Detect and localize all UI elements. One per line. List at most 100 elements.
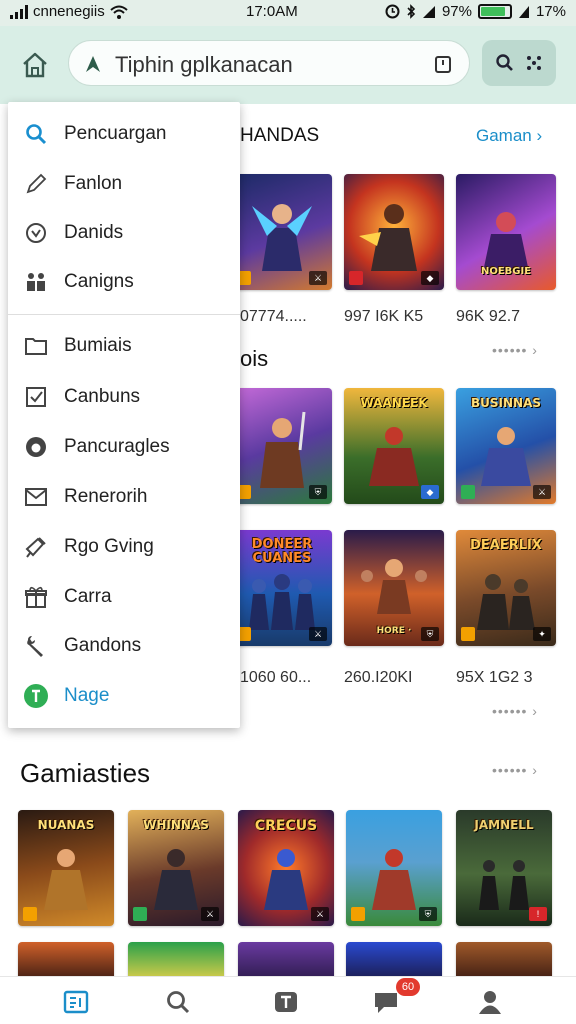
warrior-art-icon — [369, 427, 419, 486]
menu-item-fanlon[interactable]: Fanlon — [8, 160, 240, 208]
game-thumbnail[interactable]: DONEER CUANES ⚔ — [232, 530, 332, 646]
game-caption: 95X 1G2 3 — [456, 669, 533, 686]
game-caption: 997 I6K K5 — [344, 308, 424, 325]
game-thumbnail[interactable]: DEAERLIX ✦ — [456, 530, 556, 646]
circle-icon — [8, 435, 64, 459]
warriors-group-icon — [479, 860, 529, 910]
menu-item-gandons[interactable]: Gandons — [8, 622, 240, 670]
nav-home-button[interactable] — [56, 985, 96, 1019]
menu-item-label: Renerorih — [64, 486, 148, 507]
section-title-gamiasties: Gamiasties — [20, 758, 151, 788]
menu-item-label: Canigns — [64, 271, 134, 292]
menu-item-canbuns[interactable]: Canbuns — [8, 373, 240, 421]
warrior-art-icon — [260, 411, 306, 488]
search-icon — [496, 54, 513, 71]
home-button[interactable] — [14, 44, 56, 86]
warrior-art-icon — [154, 849, 198, 910]
game-thumbnail[interactable]: ⛨ — [346, 810, 442, 926]
status-left: cnnenegiis — [10, 3, 128, 20]
game-thumbnail[interactable]: WAANEEK ◆ — [344, 388, 444, 504]
url-bar[interactable]: Tiphin gplkanacan — [68, 40, 470, 86]
menu-item-renerorih[interactable]: Renerorih — [8, 473, 240, 521]
game-title: WHINNAS — [143, 818, 209, 832]
warrior-art-icon — [481, 427, 531, 486]
game-thumbnail[interactable]: CRECUS ⚔ — [238, 810, 334, 926]
game-thumbnail[interactable]: WHINNAS ⚔ — [128, 810, 224, 926]
toolbar-search-button[interactable] — [482, 40, 556, 86]
menu-item-carra[interactable]: Carra — [8, 573, 240, 621]
game-title: DONEER CUANES — [251, 537, 313, 566]
game-title: NOEBGIE — [480, 266, 532, 277]
nav-library-button[interactable] — [266, 985, 306, 1019]
warriors-group-icon — [477, 574, 535, 630]
alarm-icon — [385, 4, 400, 19]
pencil-icon — [8, 173, 64, 195]
screen: cnnenegiis 17:0AM 97% 17% Tiphin gplkana… — [0, 0, 576, 1024]
game-title: BUSINNAS — [470, 396, 541, 410]
menu-item-label: Fanlon — [64, 173, 123, 194]
menu-item-label: Pencuargan — [64, 123, 167, 144]
browser-toolbar: Tiphin gplkanacan — [0, 26, 576, 104]
menu-item-pancuragles[interactable]: Pancuragles — [8, 423, 240, 471]
menu-item-label: Nage — [64, 685, 110, 706]
game-thumbnail[interactable]: ◆ — [344, 174, 444, 290]
cell-signal-icon — [422, 5, 435, 18]
more-dots-link[interactable]: •••••• › — [492, 703, 538, 719]
wifi-icon — [110, 5, 128, 19]
menu-item-bumiais[interactable]: Bumiais — [8, 322, 240, 370]
carrier-name: cnnenegiis — [33, 3, 105, 20]
menu-item-label: Rgo Gving — [64, 536, 154, 557]
game-thumbnail[interactable]: JAMNELL ! — [456, 810, 552, 926]
menu-item-label: Gandons — [64, 635, 142, 656]
menu-item-canigns[interactable]: Canigns — [8, 258, 240, 306]
user-circle-icon — [8, 683, 64, 709]
home-icon — [23, 52, 47, 78]
wrench-icon — [8, 634, 64, 658]
game-thumbnail[interactable]: HORE · ⛨ — [344, 530, 444, 646]
game-thumbnail[interactable]: ⛨ — [232, 388, 332, 504]
section-title-second: ois — [240, 346, 269, 371]
nav-search-button[interactable] — [158, 985, 198, 1019]
game-title: NUANAS — [37, 818, 95, 832]
menu-item-label: Pancuragles — [64, 436, 170, 457]
more-dots-link[interactable]: •••••• › — [492, 342, 538, 358]
chat-icon — [375, 993, 397, 1013]
bottom-navigation: 60 — [0, 976, 576, 1024]
notification-badge: 60 — [396, 978, 420, 996]
game-title: DEAERLIX — [470, 538, 542, 553]
dropdown-menu: Pencuargan Fanlon Danids Canigns Bumiais… — [8, 102, 240, 728]
more-link-gaman[interactable]: Gaman › — [476, 126, 542, 146]
url-text: Tiphin gplkanacan — [115, 52, 293, 77]
battery-icon — [477, 4, 512, 19]
menu-item-nage[interactable]: Nage — [8, 672, 240, 720]
menu-divider — [8, 314, 240, 315]
feed-icon — [63, 990, 89, 1014]
warriors-group-icon — [361, 559, 427, 614]
warriors-group-icon — [249, 574, 315, 630]
game-caption: 260.I20KI — [344, 669, 413, 686]
game-thumbnail[interactable]: NUANAS — [18, 810, 114, 926]
warrior-art-icon — [264, 849, 308, 910]
game-thumbnail[interactable]: NOEBGIE — [456, 174, 556, 290]
game-title: JAMNELL — [474, 818, 534, 832]
game-caption: 96K 92.7 — [456, 308, 521, 325]
megaphone-icon — [8, 535, 64, 559]
search-icon — [8, 123, 64, 145]
lock-icon — [86, 56, 100, 72]
nav-profile-button[interactable] — [470, 985, 510, 1019]
game-thumbnail[interactable]: ⚔ — [232, 174, 332, 290]
more-dots-link[interactable]: •••••• › — [492, 762, 538, 778]
warrior-art-icon — [372, 849, 416, 910]
menu-item-rgo-gving[interactable]: Rgo Gving — [8, 523, 240, 571]
menu-item-pencuargan[interactable]: Pencuargan — [8, 110, 240, 158]
battery-percent: 97% — [441, 3, 472, 20]
signal-icon — [10, 4, 28, 19]
tabs-icon[interactable] — [433, 54, 453, 74]
mail-icon — [8, 487, 64, 507]
search-icon — [167, 991, 190, 1014]
status-bar: cnnenegiis 17:0AM 97% 17% — [0, 0, 576, 26]
game-thumbnail[interactable]: BUSINNAS ⚔ — [456, 388, 556, 504]
menu-item-danids[interactable]: Danids — [8, 209, 240, 257]
status-time: 17:0AM — [246, 3, 298, 20]
game-caption: 1060 60... — [240, 669, 312, 686]
